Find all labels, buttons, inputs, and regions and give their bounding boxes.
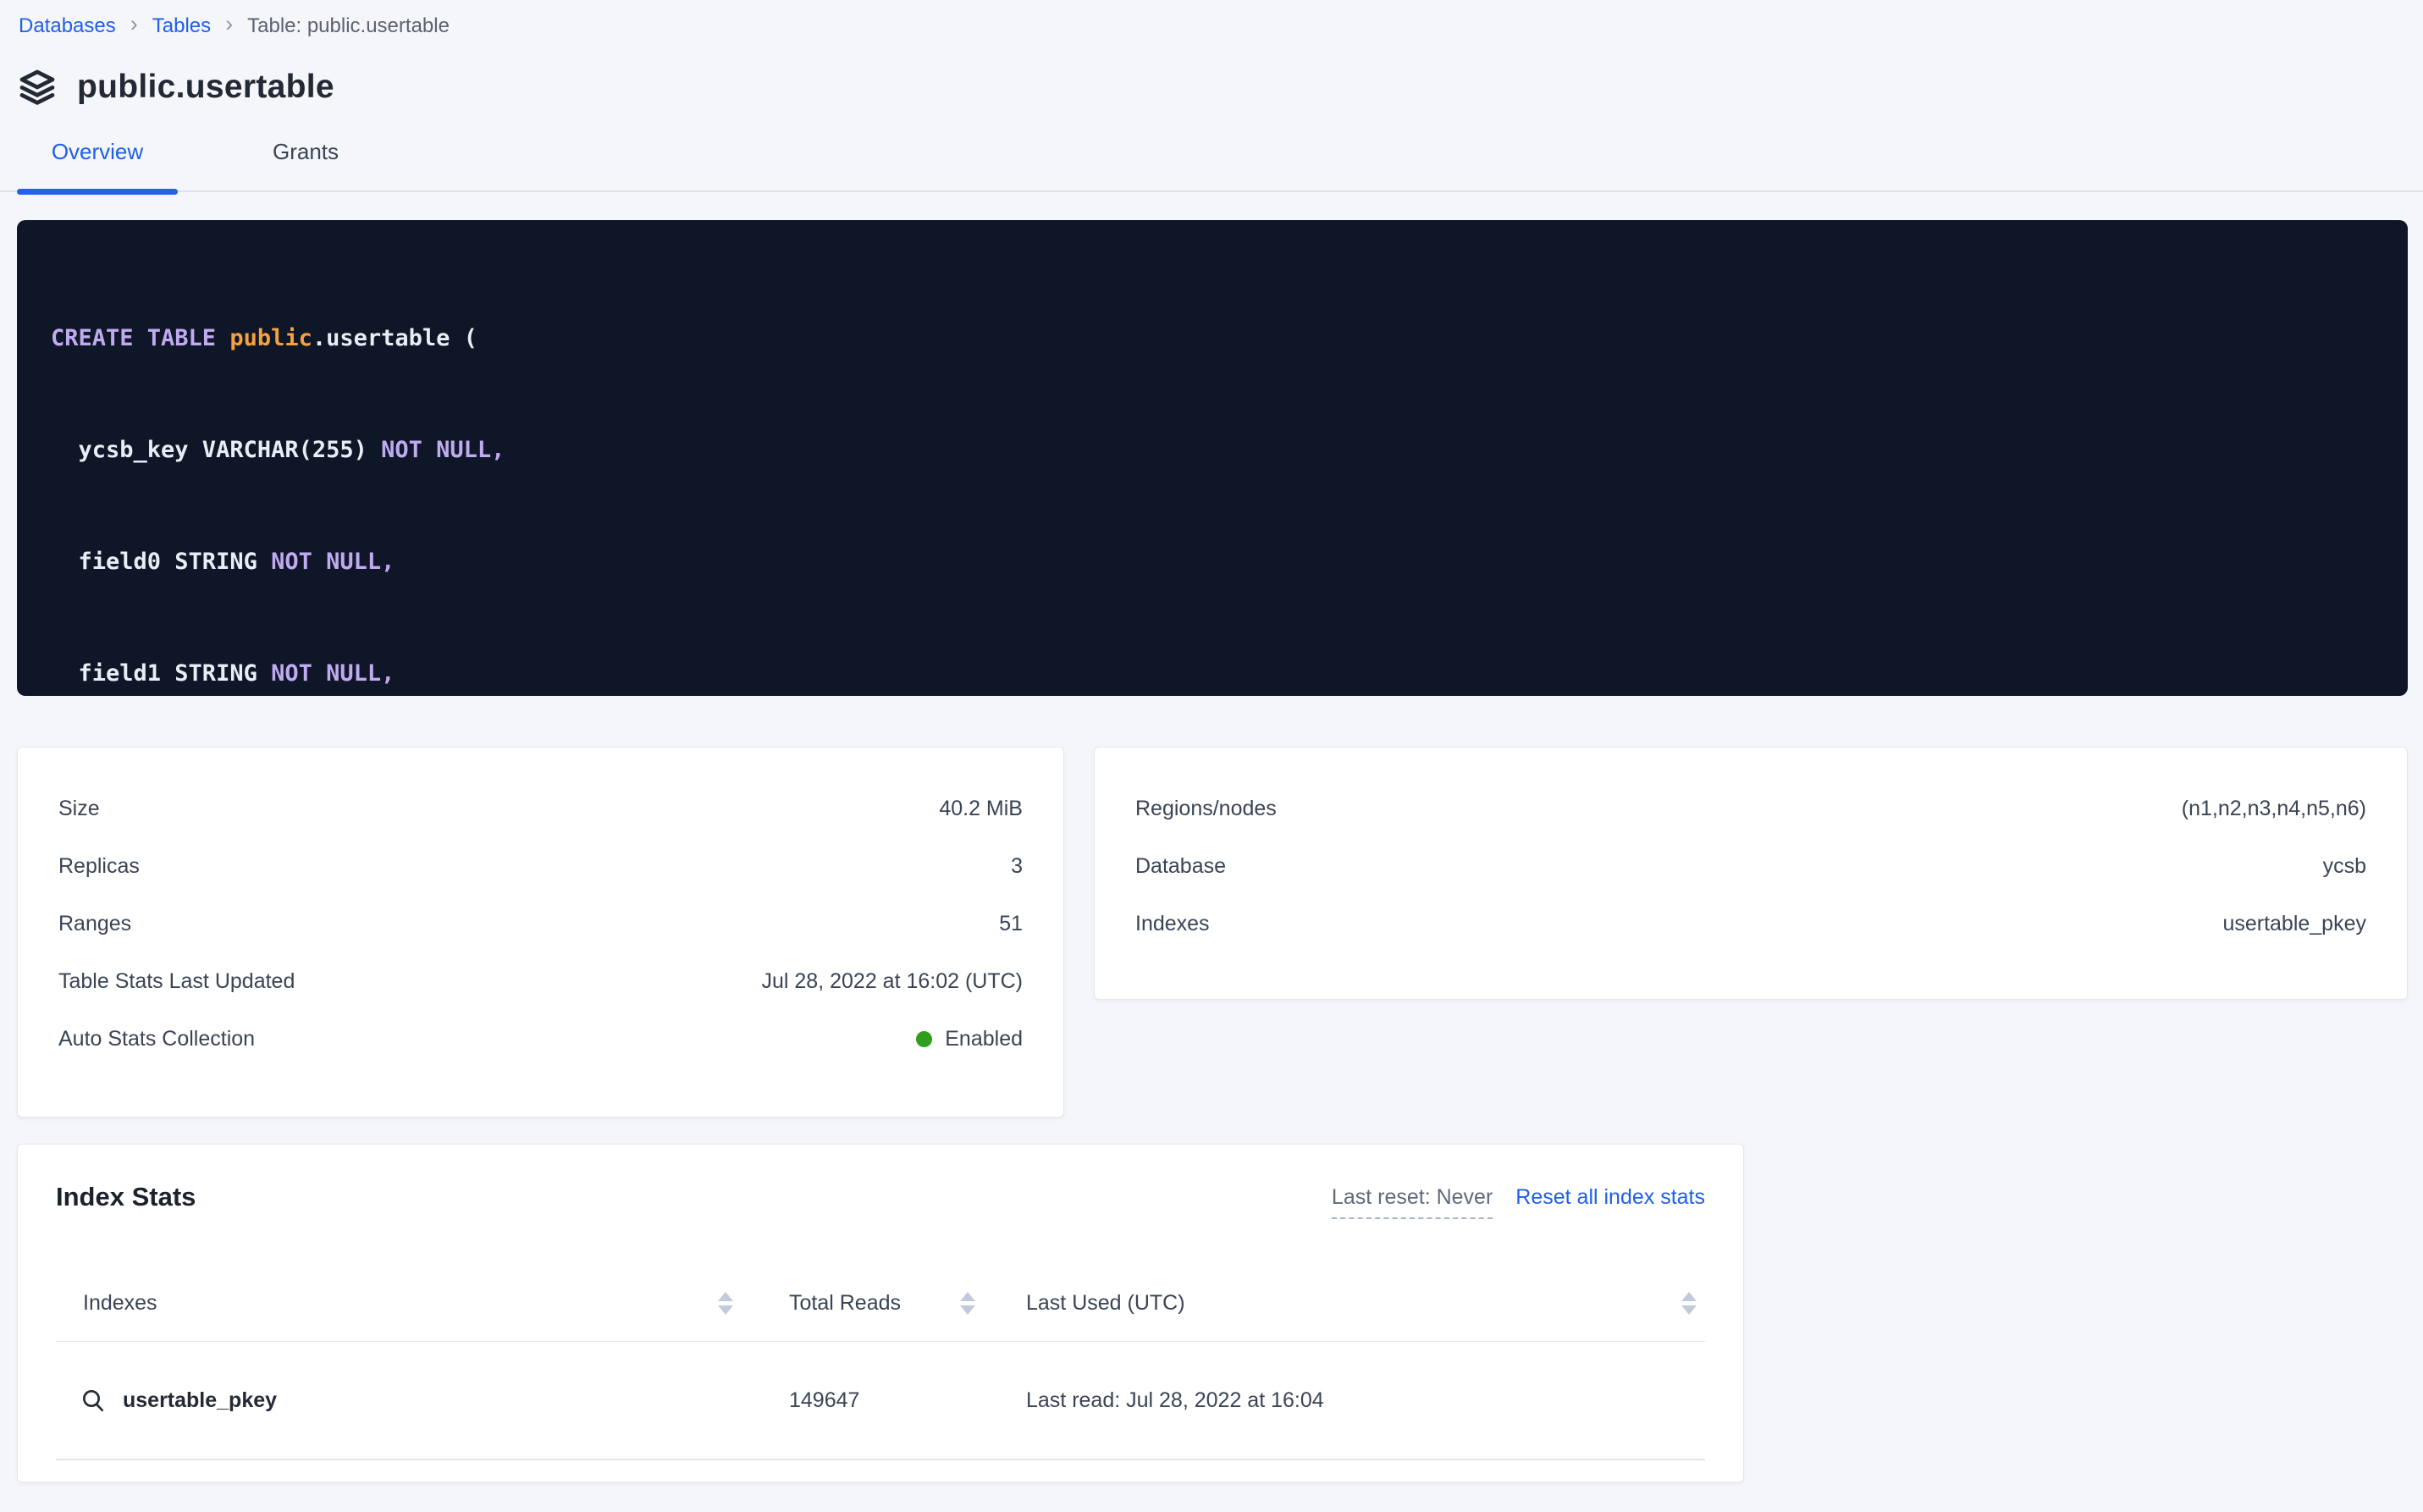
sort-arrows-icon (718, 1292, 733, 1315)
column-label: Total Reads (759, 1291, 901, 1316)
stat-label: Ranges (58, 912, 131, 936)
stat-label: Database (1135, 854, 1226, 879)
layers-icon (17, 67, 58, 108)
chevron-right-icon: › (225, 13, 233, 39)
stat-label: Indexes (1135, 912, 1210, 936)
table-details-card: Size 40.2 MiB Replicas 3 Ranges 51 Table… (17, 747, 1064, 1117)
sql-line: field1 STRING NOT NULL, (51, 655, 2374, 693)
index-name-link[interactable]: usertable_pkey (56, 1387, 759, 1414)
column-header-last-used[interactable]: Last Used (UTC) (1004, 1291, 1705, 1316)
active-tab-indicator (17, 189, 178, 195)
tabs-divider (0, 190, 2423, 192)
total-reads-value: 149647 (759, 1388, 1004, 1413)
column-header-total-reads[interactable]: Total Reads (759, 1291, 1004, 1316)
search-icon (80, 1387, 107, 1414)
chevron-right-icon: › (130, 13, 138, 39)
stat-row-size: Size 40.2 MiB (58, 780, 1023, 837)
breadcrumb-current: Table: public.usertable (247, 14, 450, 38)
stat-value: 40.2 MiB (939, 797, 1023, 821)
stat-label: Regions/nodes (1135, 797, 1277, 821)
sort-arrows-icon (960, 1292, 975, 1315)
stat-label: Auto Stats Collection (58, 1027, 255, 1051)
index-stats-title: Index Stats (56, 1182, 196, 1212)
sort-arrows-icon (1681, 1292, 1697, 1315)
tab-overview[interactable]: Overview (17, 139, 178, 190)
stat-value: ycsb (2323, 854, 2366, 879)
stat-row-auto-stats: Auto Stats Collection Enabled (58, 1010, 1023, 1068)
reset-all-index-stats-link[interactable]: Reset all index stats (1515, 1185, 1705, 1210)
column-label: Last Used (UTC) (1004, 1291, 1185, 1316)
stat-row-database: Database ycsb (1135, 837, 2366, 895)
stat-value: (n1,n2,n3,n4,n5,n6) (2182, 797, 2366, 821)
summary-cards: Size 40.2 MiB Replicas 3 Ranges 51 Table… (17, 747, 2408, 1117)
column-header-indexes[interactable]: Indexes (56, 1291, 759, 1316)
status-dot-icon (916, 1031, 932, 1047)
stat-row-stats-updated: Table Stats Last Updated Jul 28, 2022 at… (58, 952, 1023, 1010)
stat-row-replicas: Replicas 3 (58, 837, 1023, 895)
page-header: public.usertable (17, 67, 2423, 108)
page-title: public.usertable (77, 69, 334, 106)
breadcrumb: Databases › Tables › Table: public.usert… (0, 0, 2423, 39)
sql-line: CREATE TABLE public.usertable ( (51, 320, 2374, 357)
breadcrumb-link-tables[interactable]: Tables (152, 14, 211, 38)
breadcrumb-link-databases[interactable]: Databases (19, 14, 116, 38)
stat-label: Replicas (58, 854, 140, 879)
table-location-card: Regions/nodes (n1,n2,n3,n4,n5,n6) Databa… (1094, 747, 2408, 1000)
index-table-row: usertable_pkey 149647 Last read: Jul 28,… (56, 1342, 1705, 1460)
stat-label: Size (58, 797, 100, 821)
tab-grants[interactable]: Grants (225, 139, 386, 190)
stat-label: Table Stats Last Updated (58, 969, 295, 994)
stat-value: usertable_pkey (2222, 912, 2366, 936)
stat-row-indexes: Indexes usertable_pkey (1135, 895, 2366, 952)
stat-value: 3 (1011, 854, 1023, 879)
status-text: Enabled (945, 1027, 1023, 1051)
sql-line: field0 STRING NOT NULL, (51, 544, 2374, 581)
create-table-statement: CREATE TABLE public.usertable ( ycsb_key… (17, 220, 2408, 696)
column-label: Indexes (56, 1291, 157, 1316)
index-name: usertable_pkey (123, 1388, 277, 1413)
stat-value: Jul 28, 2022 at 16:02 (UTC) (762, 969, 1024, 994)
stat-row-regions: Regions/nodes (n1,n2,n3,n4,n5,n6) (1135, 780, 2366, 837)
index-stats-card: Index Stats Last reset: Never Reset all … (17, 1144, 1744, 1482)
last-used-value: Last read: Jul 28, 2022 at 16:04 (1004, 1388, 1705, 1413)
index-table-header: Indexes Total Reads Last Used (UTC) (56, 1266, 1705, 1342)
tabs: Overview Grants (0, 139, 2423, 192)
status-badge: Enabled (916, 1027, 1023, 1051)
sql-line: ycsb_key VARCHAR(255) NOT NULL, (51, 432, 2374, 469)
stat-value: 51 (999, 912, 1023, 936)
last-reset-info: Last reset: Never (1332, 1185, 1493, 1219)
stat-row-ranges: Ranges 51 (58, 895, 1023, 952)
